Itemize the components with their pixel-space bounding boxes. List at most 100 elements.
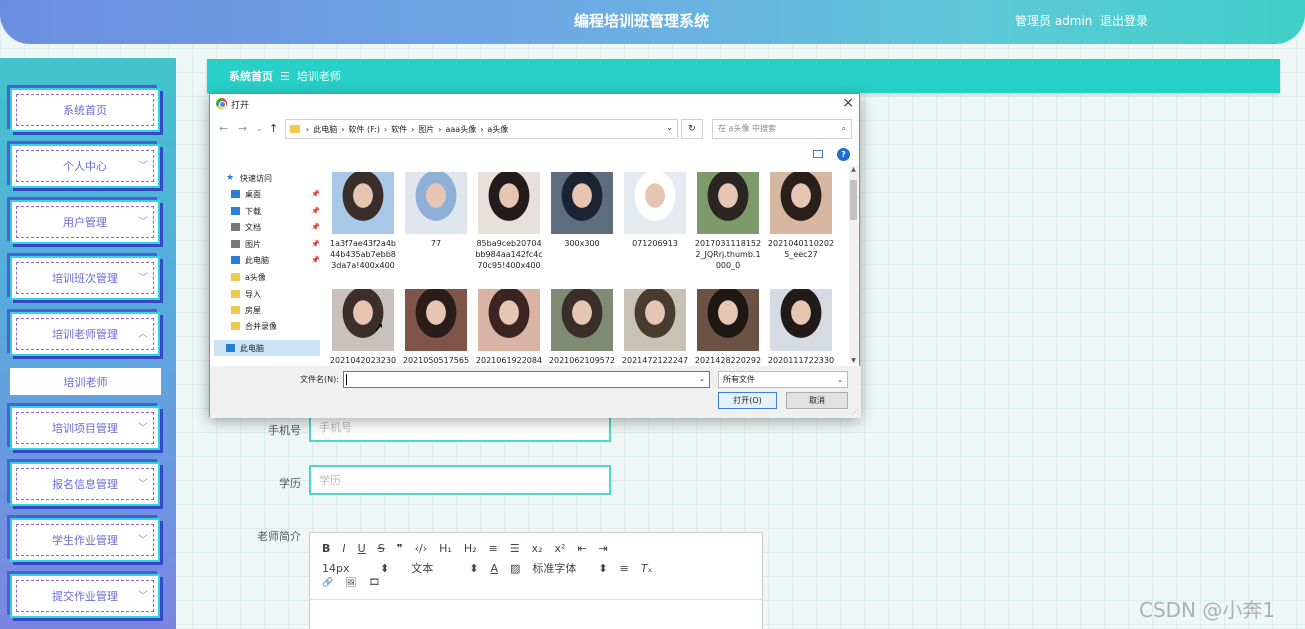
editor-tool-icon[interactable]: ‹/› <box>415 542 428 555</box>
editor-toolbar-row: B I U S ❞ ‹/› H₁ H₂ ≡ ☰ x₂ x² ⇤ ⇥ <box>322 542 620 555</box>
file-item[interactable]: 85ba9ceb20704bb984aa142fc4c70c95!400x400 <box>474 172 544 271</box>
rich-text-editor[interactable]: B I U S ❞ ‹/› H₁ H₂ ≡ ☰ x₂ x² ⇤ ⇥ 14px ⬍ 文本 ⬍ A ▨ 标准字… <box>309 532 763 629</box>
nav-pane-item[interactable]: 文档 📌 <box>214 219 320 235</box>
path-segment[interactable]: 软件 <box>391 125 407 134</box>
file-item[interactable]: 2021428220292 <box>693 289 763 364</box>
image-icon[interactable]: 🖼 <box>345 578 356 588</box>
file-item[interactable]: 2021472122247 <box>620 289 690 364</box>
editor-tool-icon[interactable]: x² <box>555 542 566 555</box>
nav-pane-label: 下载 <box>245 206 261 216</box>
file-name: 20210401102025_eec27 <box>767 239 835 259</box>
editor-tool-icon[interactable]: H₁ <box>439 542 452 555</box>
editor-tool-icon[interactable]: H₂ <box>464 542 477 555</box>
chevron-down-icon[interactable]: ⌄ <box>699 375 705 383</box>
link-icon[interactable]: 🔗 <box>322 578 333 588</box>
filename-input[interactable]: ⌄ <box>343 371 710 388</box>
scrollbar-thumb[interactable] <box>850 180 857 220</box>
scroll-down-icon[interactable]: ▼ <box>849 357 858 364</box>
recent-chevron-icon[interactable]: ⌄ <box>256 124 263 133</box>
file-item[interactable]: 2021042023230 <box>328 289 398 364</box>
image-thumbnail <box>478 289 540 351</box>
editor-tool-icon[interactable]: ⇥ <box>599 542 608 555</box>
file-item[interactable]: 2021050517565 <box>401 289 471 364</box>
sidebar-item[interactable]: 报名信息管理 ﹀ <box>10 462 160 506</box>
text-cursor <box>346 374 347 385</box>
search-input[interactable]: 在 a头像 中搜索 ⌕ <box>712 119 852 139</box>
file-item[interactable]: 071206913 <box>620 172 690 249</box>
cancel-button[interactable]: 取消 <box>786 392 848 409</box>
nav-pane-item[interactable]: 此电脑 📌 <box>214 252 320 268</box>
video-icon[interactable]: 🎞 <box>369 578 380 588</box>
file-item[interactable]: 2021062109572 <box>547 289 617 364</box>
back-arrow-icon[interactable]: ← <box>219 122 228 135</box>
sidebar-item[interactable]: 培训项目管理 ﹀ <box>10 406 160 450</box>
chevron-down-icon[interactable]: ⌄ <box>666 123 673 132</box>
font-size-select[interactable]: 14px <box>322 562 368 575</box>
editor-tool-icon[interactable]: ☰ <box>510 542 520 555</box>
sidebar-item[interactable]: 用户管理 ﹀ <box>10 200 160 244</box>
sidebar-item[interactable]: 培训老师管理 ︿ <box>10 312 160 356</box>
resize-grip-icon[interactable]: ⋰ <box>852 408 859 416</box>
open-button[interactable]: 打开(O) <box>718 392 777 409</box>
breadcrumb-home[interactable]: 系统首页 <box>229 68 273 84</box>
help-icon[interactable]: ? <box>837 148 850 161</box>
path-segment[interactable]: aaa头像 <box>445 125 476 134</box>
nav-pane-item[interactable]: ★ 快速访问 <box>214 170 320 186</box>
editor-tool-icon[interactable]: B <box>322 542 330 555</box>
sidebar-subitem-teacher[interactable]: 培训老师 <box>10 368 161 395</box>
font-color-icon[interactable]: A <box>490 562 498 575</box>
path-segment[interactable]: 图片 <box>418 125 434 134</box>
file-item[interactable]: 20170311181522_JQRrj.thumb.1000_0 <box>693 172 763 271</box>
file-item[interactable]: 300x300 <box>547 172 617 249</box>
forward-arrow-icon[interactable]: → <box>238 122 247 135</box>
align-icon[interactable]: ≡ <box>620 562 629 575</box>
nav-pane-item[interactable]: a头像 <box>214 269 320 285</box>
path-segment[interactable]: 软件 (F:) <box>348 125 379 134</box>
clear-format-icon[interactable]: Tₓ <box>641 562 653 575</box>
file-item[interactable]: 77 <box>401 172 471 249</box>
editor-tool-icon[interactable]: x₂ <box>532 542 543 555</box>
file-type-select[interactable]: 所有文件 ⌄ <box>718 371 848 388</box>
sidebar-item[interactable]: 个人中心 ﹀ <box>10 144 160 188</box>
file-grid-scrollbar[interactable]: ▲ ▼ <box>849 166 858 364</box>
file-item[interactable]: 2021061922084 <box>474 289 544 364</box>
education-input[interactable] <box>309 465 611 495</box>
file-item[interactable]: 1a3f7ae43f2a4b44b435ab7ebb83da7a!400x400 <box>328 172 398 271</box>
address-bar[interactable]: › 此电脑 › 软件 (F:) › 软件 › 图片 › aaa头像 › a头像 ⌄ <box>285 119 678 139</box>
scroll-up-icon[interactable]: ▲ <box>849 166 858 173</box>
path-segment[interactable]: 此电脑 <box>313 125 337 134</box>
folder-icon <box>231 290 240 298</box>
editor-tool-icon[interactable]: ⇤ <box>577 542 586 555</box>
preview-pane-icon[interactable] <box>813 150 823 158</box>
close-button[interactable]: × <box>842 95 854 111</box>
sidebar-item[interactable]: 培训班次管理 ﹀ <box>10 256 160 300</box>
logout-link[interactable]: 退出登录 <box>1100 12 1148 29</box>
background-color-icon[interactable]: ▨ <box>510 562 520 575</box>
nav-pane-item[interactable]: 下载 📌 <box>214 203 320 219</box>
nav-pane-item[interactable]: 房屋 <box>214 302 320 318</box>
editor-tool-icon[interactable]: ≡ <box>489 542 498 555</box>
sidebar-item[interactable]: 系统首页 <box>10 88 160 132</box>
editor-tool-icon[interactable]: U <box>358 542 366 555</box>
nav-pane-item[interactable]: 此电脑 <box>214 340 320 356</box>
search-icon: ⌕ <box>841 124 846 133</box>
path-segment[interactable]: a头像 <box>487 125 508 134</box>
nav-pane-item[interactable]: 合并录像 <box>214 318 320 334</box>
sidebar-item[interactable]: 提交作业管理 ﹀ <box>10 574 160 618</box>
refresh-button[interactable]: ↻ <box>681 119 703 139</box>
editor-tool-icon[interactable]: I <box>342 542 345 555</box>
editor-tool-icon[interactable]: ❞ <box>397 542 403 555</box>
heading-format-select[interactable]: 文本 <box>411 560 457 576</box>
sidebar-item-frame: 用户管理 <box>16 206 154 238</box>
nav-pane-item[interactable]: 图片 📌 <box>214 236 320 252</box>
font-family-select[interactable]: 标准字体 <box>532 560 586 576</box>
image-thumbnail <box>624 172 686 234</box>
sidebar-item[interactable]: 学生作业管理 ﹀ <box>10 518 160 562</box>
editor-tool-icon[interactable]: S <box>378 542 385 555</box>
breadcrumb: 系统首页 ☰ 培训老师 <box>207 59 1280 93</box>
file-item[interactable]: 20210401102025_eec27 <box>766 172 836 260</box>
nav-pane-item[interactable]: 桌面 📌 <box>214 186 320 202</box>
up-arrow-icon[interactable]: ↑ <box>269 122 278 135</box>
nav-pane-item[interactable]: 导入 <box>214 286 320 302</box>
file-item[interactable]: 2020111722330 <box>766 289 836 364</box>
